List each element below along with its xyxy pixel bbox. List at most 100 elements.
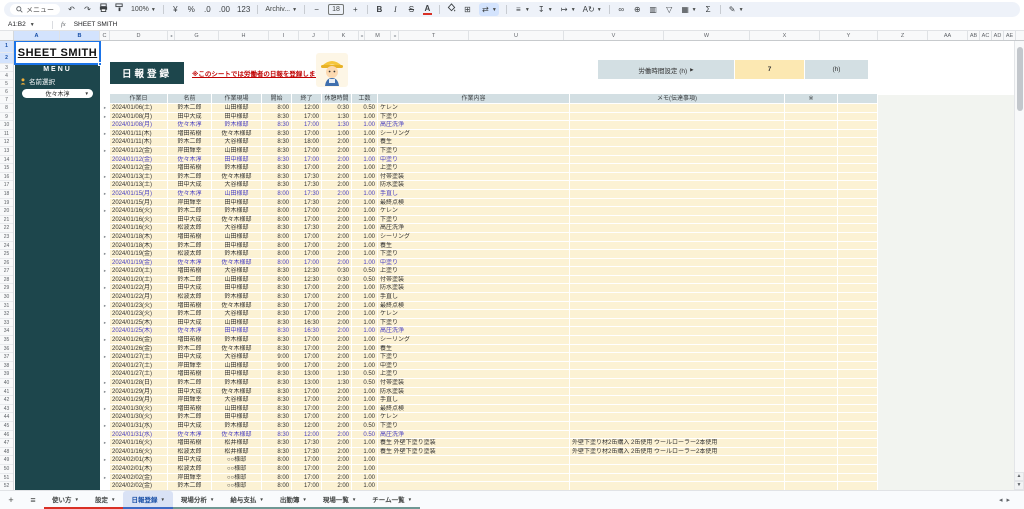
cell-flag[interactable] <box>785 250 838 259</box>
cell-end[interactable]: 12:30 <box>292 267 322 276</box>
cell-content[interactable]: 中塗り <box>378 258 570 268</box>
cell-memo[interactable] <box>570 370 785 379</box>
column-header-M[interactable]: M <box>365 31 391 40</box>
cell-flag[interactable] <box>785 318 838 328</box>
cell-start[interactable]: 8:00 <box>262 258 292 268</box>
row-group-marker[interactable]: ▸ <box>100 104 110 113</box>
cell-end[interactable]: 17:30 <box>292 189 322 199</box>
cell-site[interactable]: 大谷様邸 <box>212 267 262 276</box>
cell-name[interactable]: 増田祐樹 <box>168 129 212 139</box>
cell-end[interactable]: 17:00 <box>292 310 322 319</box>
cell-date[interactable]: 2024/02/02(金) <box>110 473 168 483</box>
sheet-tab-設定[interactable]: 設定 ▼ <box>86 491 124 509</box>
cell-kosu[interactable]: 1.00 <box>352 258 378 268</box>
cell-end[interactable]: 17:00 <box>292 129 322 139</box>
row-header-31[interactable]: 31 <box>0 302 13 311</box>
column-header-W[interactable]: W <box>664 31 750 40</box>
cell-date[interactable]: 2024/01/11(木) <box>110 138 168 147</box>
row-group-marker[interactable]: ▸ <box>100 319 110 328</box>
cell-content[interactable]: 最終点検 <box>378 404 570 414</box>
cell-name[interactable]: 松波太郎 <box>168 224 212 233</box>
cell-end[interactable]: 12:00 <box>292 430 322 440</box>
cell-site[interactable]: 佐々木様邸 <box>212 344 262 354</box>
row-header-15[interactable]: 15 <box>0 164 13 173</box>
cell-site[interactable]: 山田様邸 <box>212 275 262 285</box>
cell-content[interactable]: 下塗り <box>378 318 570 328</box>
cell-site[interactable]: 田中様邸 <box>212 370 262 379</box>
cell-start[interactable]: 8:00 <box>262 207 292 216</box>
cell-content[interactable]: ケレン <box>378 104 570 113</box>
cell-content[interactable] <box>378 473 570 483</box>
cell-memo[interactable] <box>570 172 785 182</box>
cell-flag[interactable] <box>785 207 838 216</box>
cell-kosu[interactable]: 1.00 <box>352 164 378 173</box>
strikethrough-button[interactable]: S <box>407 3 416 16</box>
cell-content[interactable]: 高圧洗浄 <box>378 121 570 130</box>
cell-blank[interactable] <box>838 310 878 319</box>
row-header-45[interactable]: 45 <box>0 422 13 431</box>
cell-end[interactable]: 17:00 <box>292 241 322 251</box>
cell-date[interactable]: 2024/01/20(土) <box>110 275 168 285</box>
cell-name[interactable]: 岸田輝幸 <box>168 146 212 156</box>
cell-content[interactable]: 下塗り <box>378 353 570 362</box>
row-header-12[interactable]: 12 <box>0 138 13 147</box>
row-header-11[interactable]: 11 <box>0 130 13 139</box>
cell-site[interactable]: 佐々木様邸 <box>212 129 262 139</box>
cell-memo[interactable] <box>570 310 785 319</box>
cell-name[interactable]: 松波太郎 <box>168 293 212 302</box>
cell-break[interactable]: 0:30 <box>322 104 352 113</box>
cell-flag[interactable] <box>785 104 838 113</box>
cell-flag[interactable] <box>785 370 838 379</box>
cell-date[interactable]: 2024/01/18(木) <box>110 241 168 251</box>
cell-break[interactable]: 1:30 <box>322 379 352 388</box>
row-header-1[interactable]: 1 <box>0 41 13 53</box>
cell-end[interactable]: 17:00 <box>292 361 322 371</box>
cell-start[interactable]: 8:30 <box>262 284 292 294</box>
cell-kosu[interactable]: 1.00 <box>352 284 378 294</box>
cell-end[interactable]: 17:00 <box>292 464 322 474</box>
cell-break[interactable]: 2:00 <box>322 464 352 474</box>
cell-date[interactable]: 2024/01/23(火) <box>110 310 168 319</box>
decrease-font-size-button[interactable]: − <box>312 3 321 16</box>
cell-flag[interactable] <box>785 430 838 440</box>
cell-site[interactable]: 山田様邸 <box>212 318 262 328</box>
cell-content[interactable]: 防水塗装 <box>378 387 570 397</box>
cell-break[interactable]: 2:00 <box>322 353 352 362</box>
cell-blank[interactable] <box>838 301 878 311</box>
cell-end[interactable]: 17:00 <box>292 215 322 225</box>
cell-content[interactable]: 上塗り <box>378 370 570 379</box>
cell-date[interactable]: 2024/01/28(日) <box>110 379 168 388</box>
cell-name[interactable]: 増田祐樹 <box>168 301 212 311</box>
row-header-29[interactable]: 29 <box>0 284 13 294</box>
cell-break[interactable]: 2:00 <box>322 344 352 354</box>
cell-site[interactable]: 松井様邸 <box>212 439 262 448</box>
sheet-tab-menu-icon[interactable]: ▼ <box>160 497 164 502</box>
cell-blank[interactable] <box>838 293 878 302</box>
cell-flag[interactable] <box>785 267 838 276</box>
cell-end[interactable]: 17:00 <box>292 456 322 465</box>
row-header-13[interactable]: 13 <box>0 147 13 156</box>
cell-site[interactable]: 山田様邸 <box>212 104 262 113</box>
cell-end[interactable]: 17:00 <box>292 112 322 122</box>
tab-scroll-left-icon[interactable]: ◂ <box>999 496 1003 504</box>
cell-break[interactable]: 2:00 <box>322 387 352 397</box>
row-header-24[interactable]: 24 <box>0 242 13 251</box>
row-header-16[interactable]: 16 <box>0 173 13 182</box>
cell-break[interactable]: 2:00 <box>322 413 352 422</box>
cell-blank[interactable] <box>838 198 878 208</box>
fill-color-icon[interactable] <box>447 3 456 16</box>
cell-blank[interactable] <box>838 232 878 242</box>
cell-blank[interactable] <box>838 379 878 388</box>
cell-kosu[interactable]: 0.50 <box>352 267 378 276</box>
cell-flag[interactable] <box>785 224 838 233</box>
cell-blank[interactable] <box>838 250 878 259</box>
cell-break[interactable]: 1:00 <box>322 129 352 139</box>
cell-blank[interactable] <box>838 112 878 122</box>
cell-break[interactable]: 2:00 <box>322 456 352 465</box>
cell-blank[interactable] <box>838 344 878 354</box>
cell-kosu[interactable]: 1.00 <box>352 464 378 474</box>
cell-kosu[interactable]: 1.00 <box>352 482 378 490</box>
cell-break[interactable]: 2:00 <box>322 138 352 147</box>
cell-start[interactable]: 8:30 <box>262 413 292 422</box>
cell-memo[interactable] <box>570 482 785 490</box>
